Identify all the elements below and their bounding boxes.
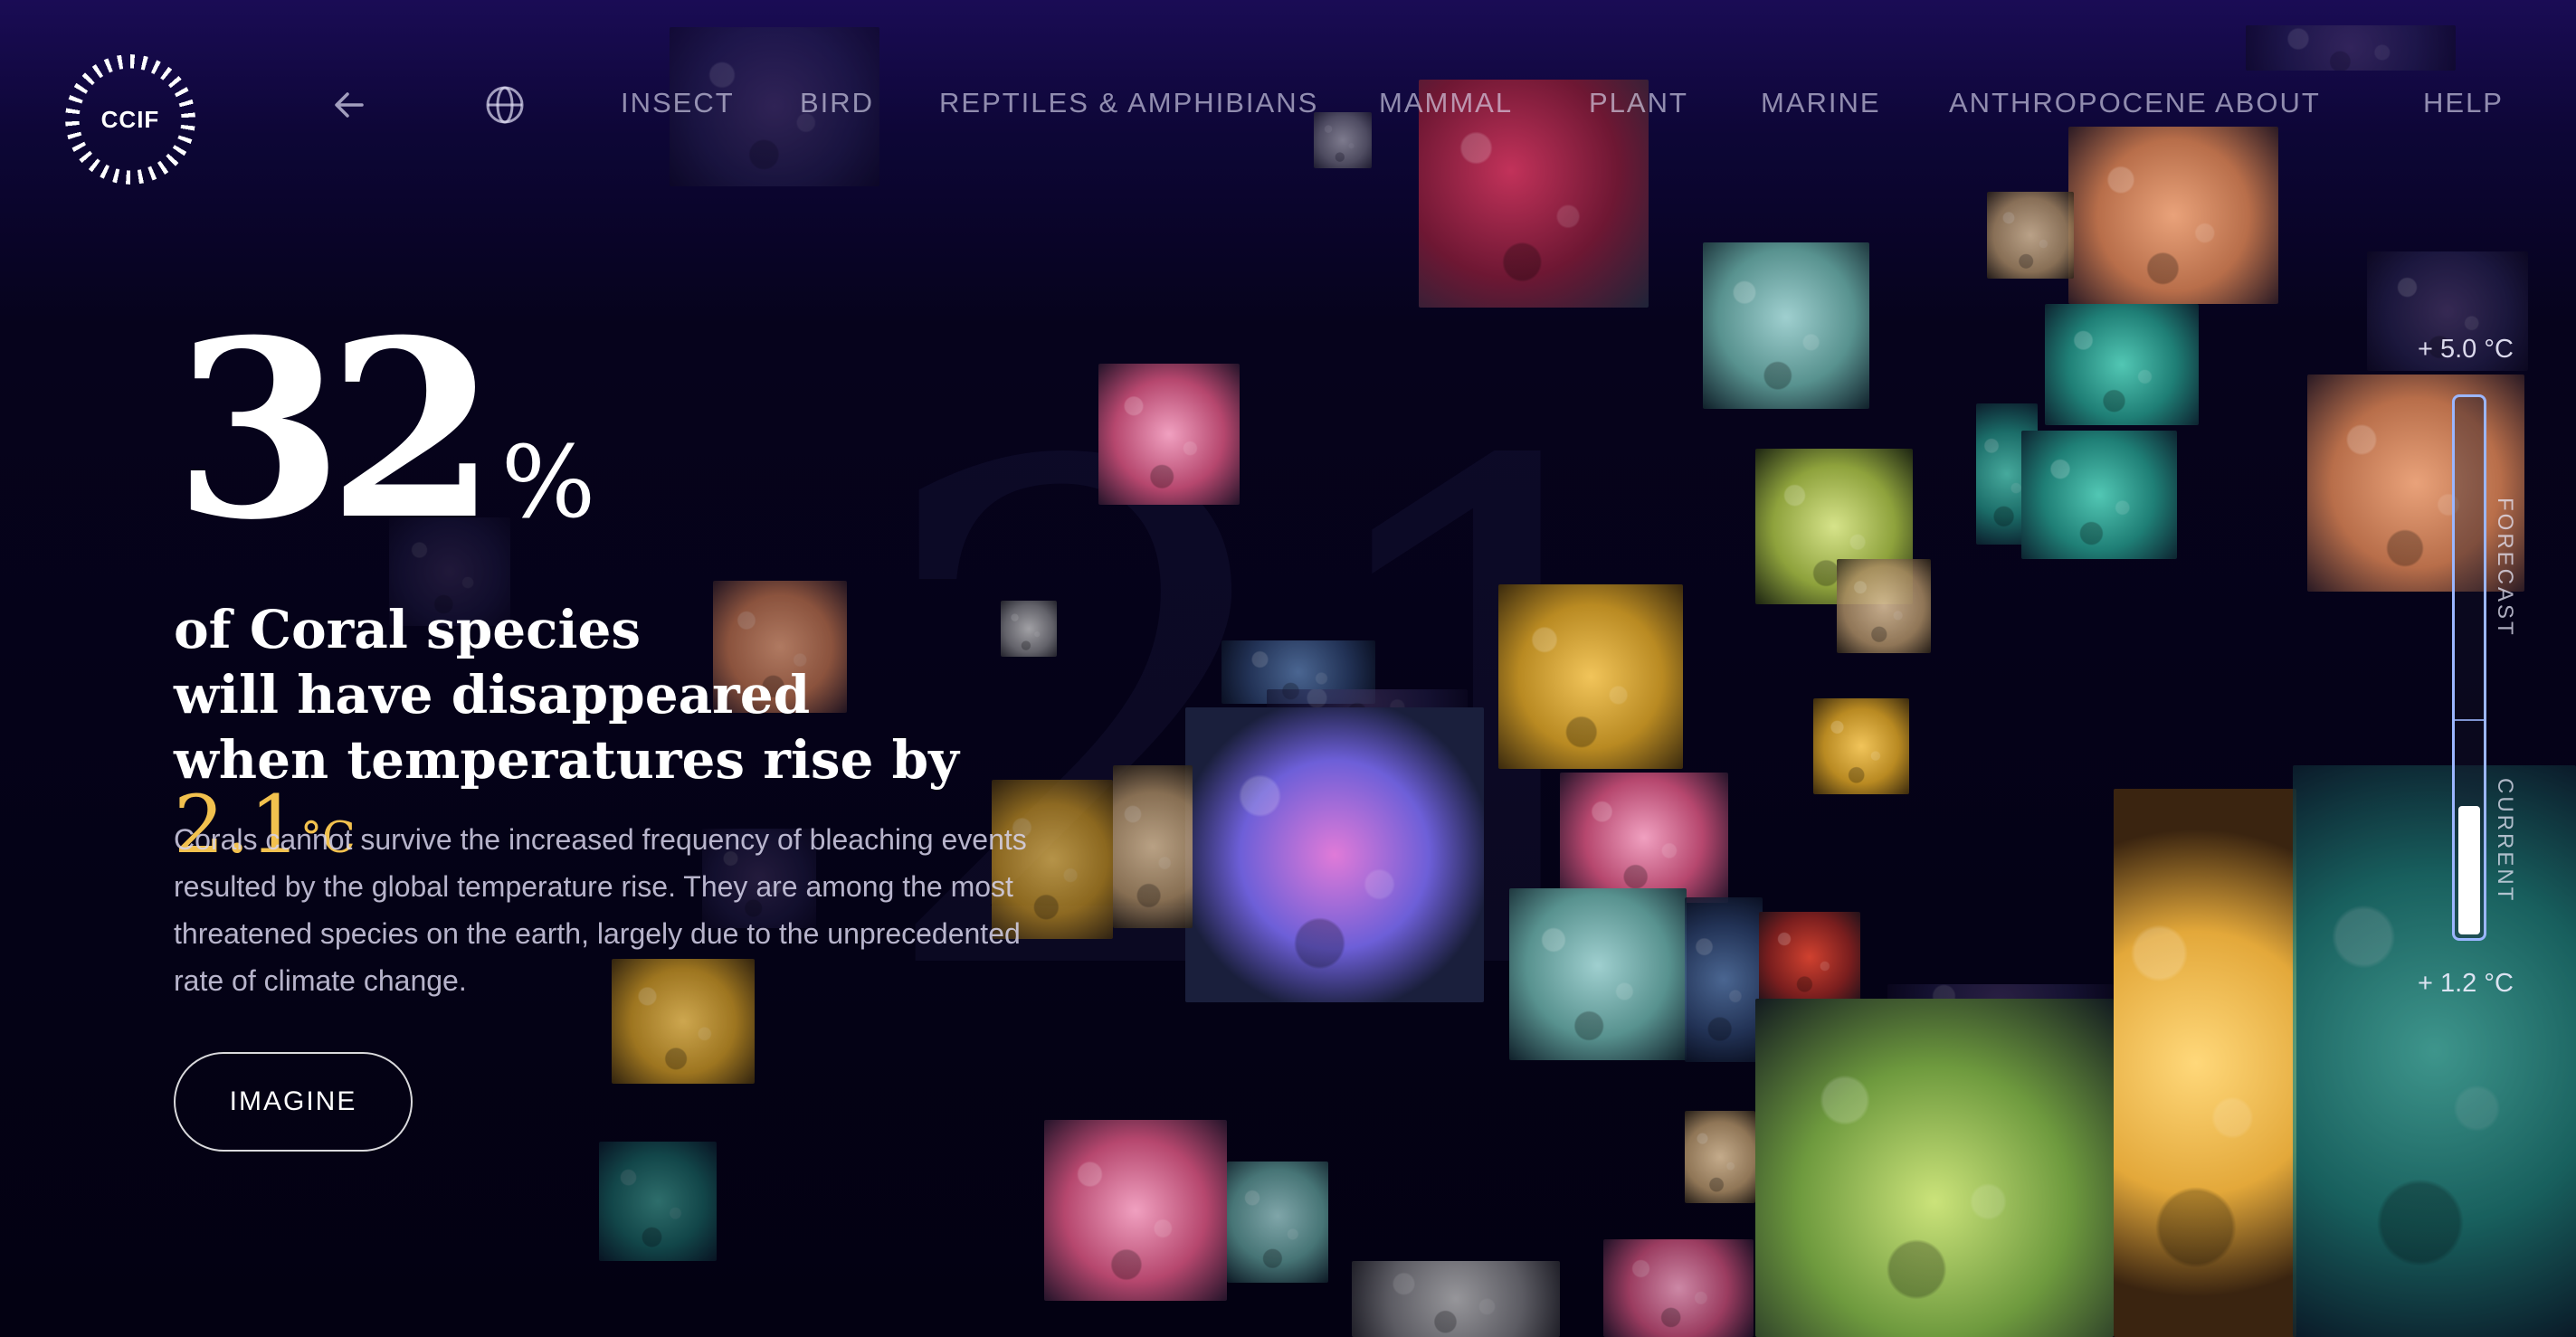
coral-photo <box>1509 888 1687 1060</box>
nav-item-bird[interactable]: BIRD <box>800 87 874 119</box>
nav-item-marine[interactable]: MARINE <box>1761 87 1881 119</box>
temperature-slider[interactable] <box>2452 394 2486 941</box>
coral-photo <box>2293 765 2576 1337</box>
coral-photo <box>1759 912 1860 1002</box>
nav-item-plant[interactable]: PLANT <box>1589 87 1688 119</box>
headline-line-2: will have disappeared <box>174 664 811 725</box>
coral-photo <box>1703 242 1869 409</box>
species-loss-stat: 32 % <box>174 308 595 552</box>
coral-photo <box>1044 1120 1227 1301</box>
coral-photo <box>1685 1111 1755 1203</box>
coral-photo <box>1813 698 1909 794</box>
slider-divider <box>2455 719 2484 721</box>
coral-photo <box>2045 304 2199 425</box>
coral-photo <box>1227 1162 1328 1283</box>
coral-photo <box>1837 559 1931 653</box>
coral-photo <box>1098 364 1240 505</box>
nav-item-anthropocene[interactable]: ANTHROPOCENE <box>1949 87 2208 119</box>
coral-photo <box>2114 789 2296 1337</box>
stat-value: 32 <box>174 286 498 574</box>
imagine-button[interactable]: IMAGINE <box>174 1052 413 1152</box>
coral-photo <box>1113 765 1193 928</box>
coral-photo <box>2246 25 2456 71</box>
coral-photo <box>2068 127 2278 304</box>
nav-item-mammal[interactable]: MAMMAL <box>1379 87 1513 119</box>
nav-item-help[interactable]: HELP <box>2423 87 2504 119</box>
stat-unit: % <box>500 424 596 540</box>
ccif-logo[interactable]: CCIF <box>65 54 195 185</box>
slider-max-label: + 5.0 °C <box>2418 335 2514 364</box>
coral-photo <box>599 1142 717 1261</box>
coral-photo <box>1498 584 1683 769</box>
coral-photo <box>2021 431 2177 559</box>
globe-icon[interactable] <box>483 83 527 127</box>
coral-photo <box>1603 1239 1754 1337</box>
headline-line-1: of Coral species <box>174 599 642 660</box>
slider-forecast-label: FORECAST <box>2493 498 2517 638</box>
slider-min-label: + 1.2 °C <box>2418 969 2514 998</box>
coral-photo <box>1185 707 1484 1002</box>
coral-page: 21 <box>0 0 2576 1337</box>
nav-item-about[interactable]: ABOUT <box>2215 87 2321 119</box>
coral-photo <box>1352 1261 1560 1337</box>
coral-photo <box>1755 999 2114 1337</box>
slider-current-fill[interactable] <box>2458 806 2480 934</box>
nav-item-insect[interactable]: INSECT <box>621 87 735 119</box>
coral-photo <box>1685 897 1763 1062</box>
coral-photo <box>1314 112 1372 168</box>
nav-item-reptiles-amphibians[interactable]: REPTILES & AMPHIBIANS <box>939 87 1318 119</box>
hero-description: Corals cannot survive the increased freq… <box>174 823 1027 997</box>
coral-photo <box>1560 773 1728 903</box>
slider-current-label: CURRENT <box>2493 778 2517 904</box>
arrow-left-icon[interactable] <box>328 83 371 127</box>
coral-photo <box>1987 192 2074 279</box>
